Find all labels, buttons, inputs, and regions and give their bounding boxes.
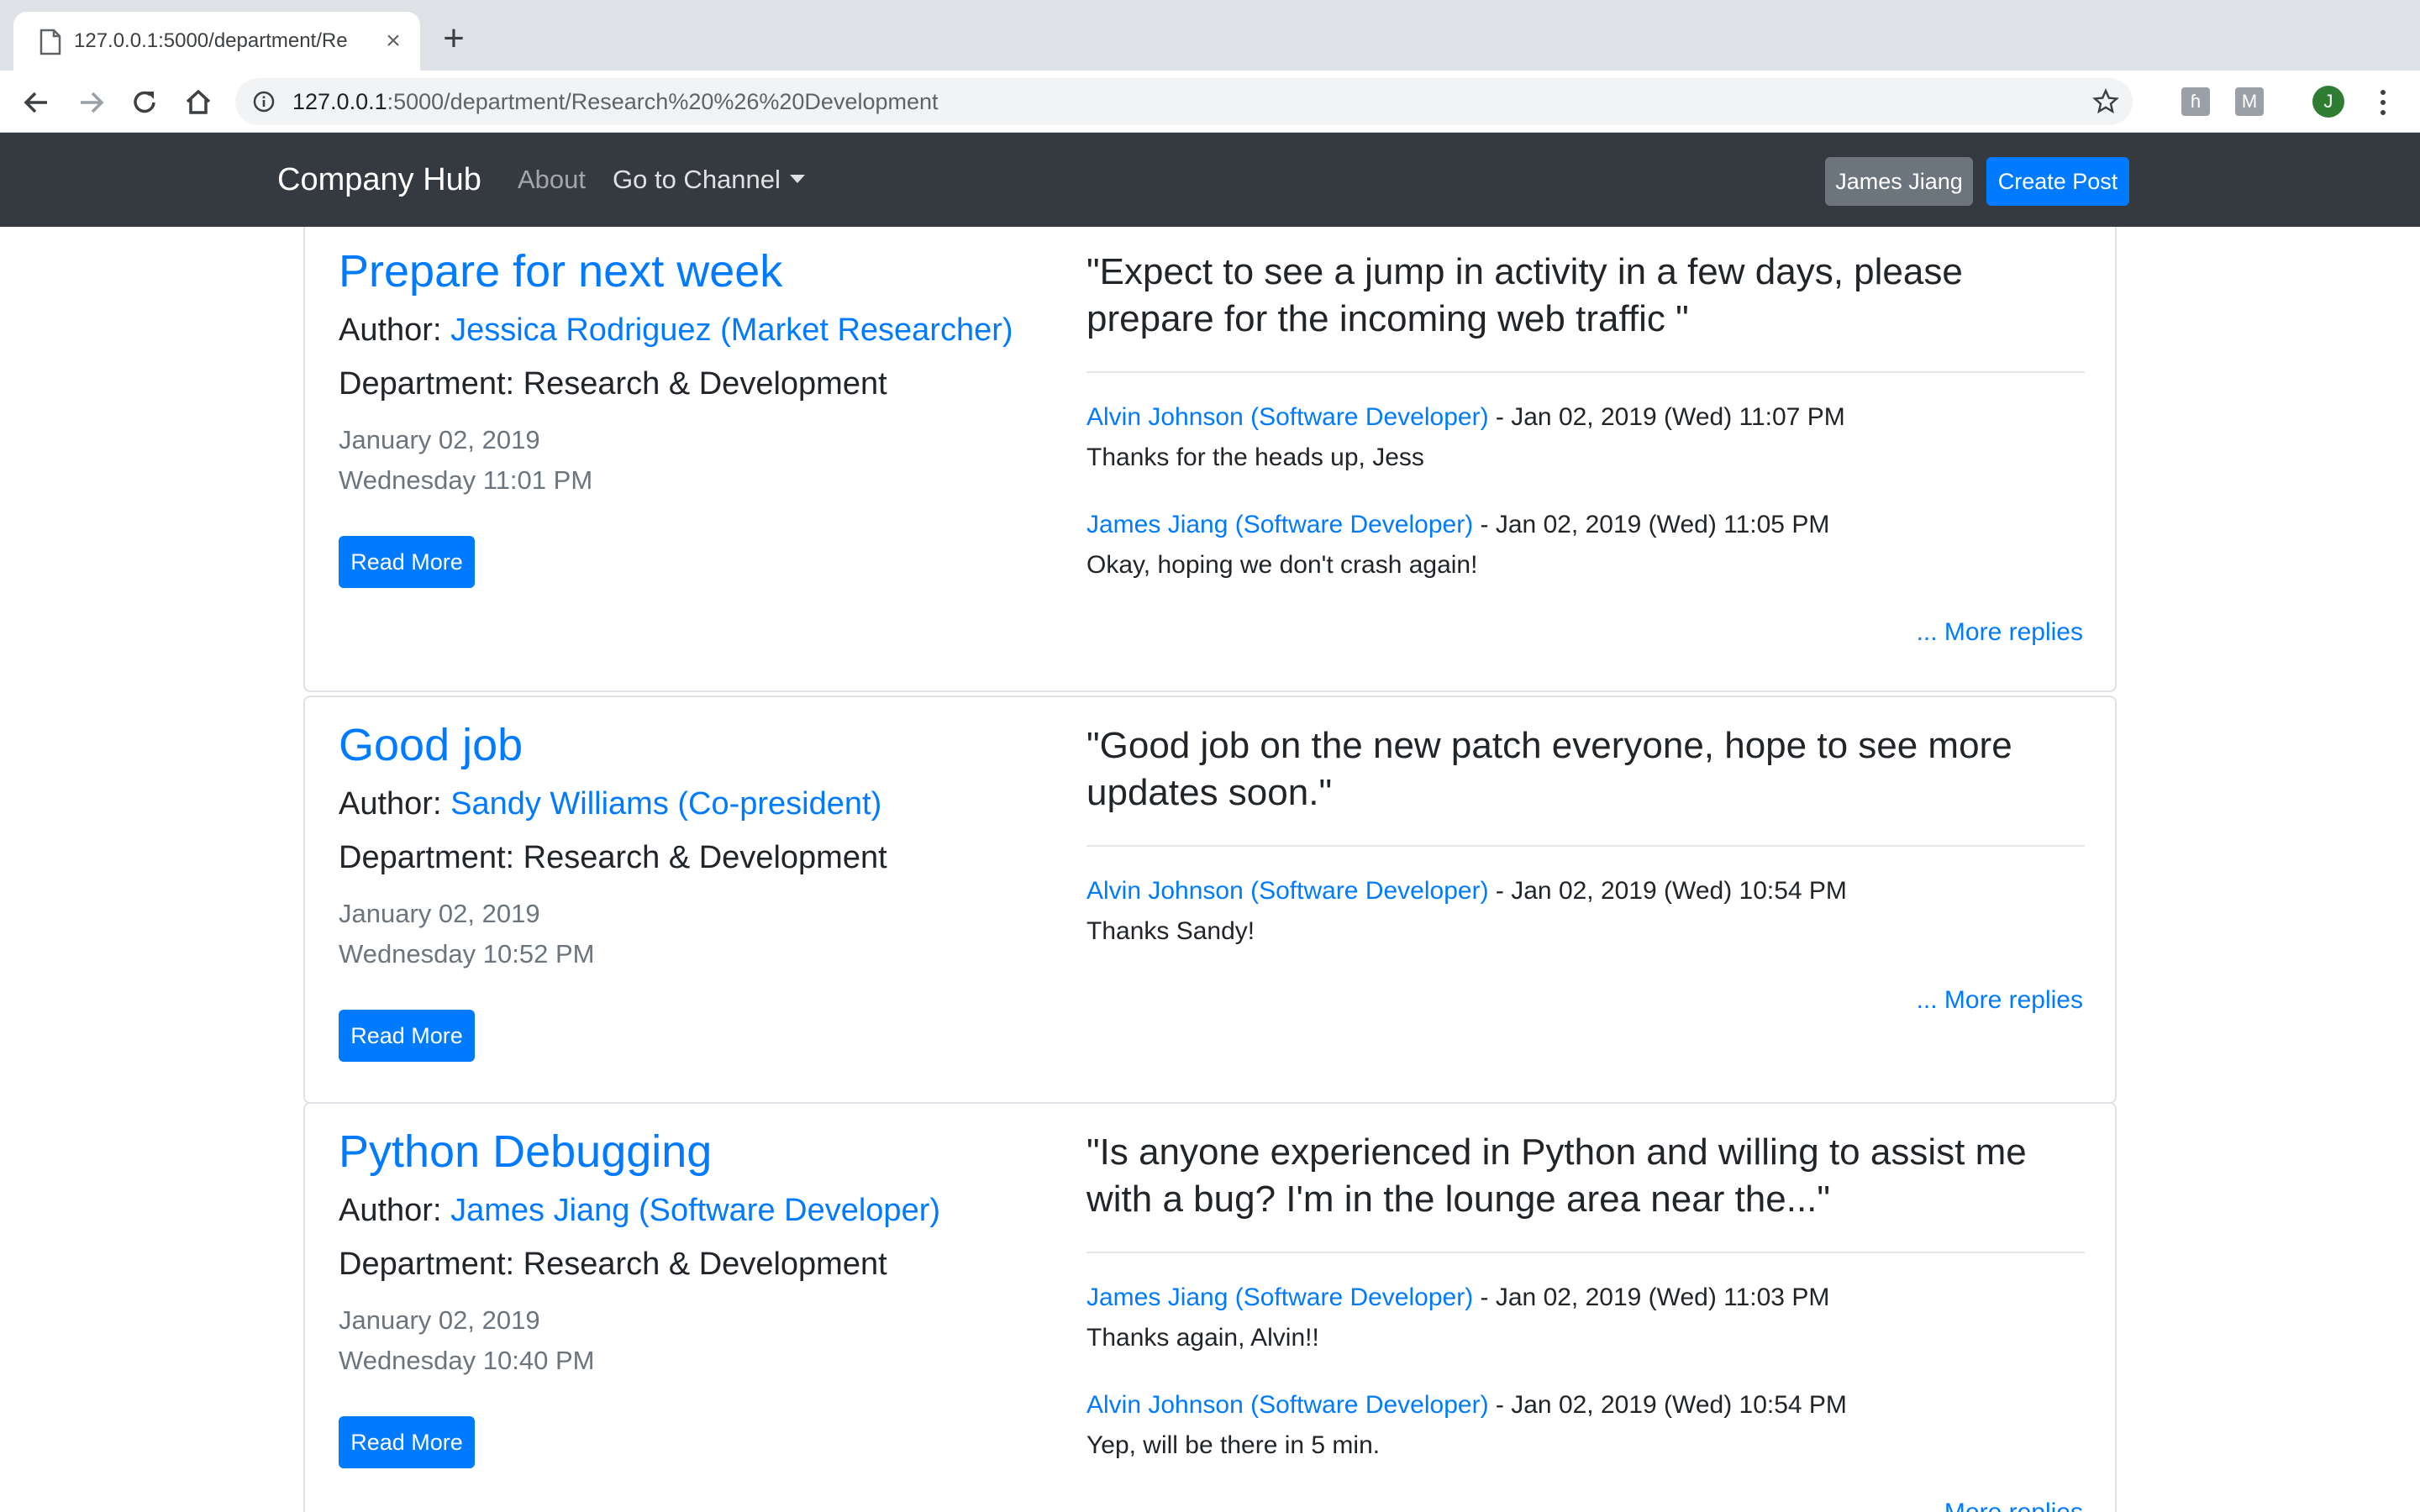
read-more-button[interactable]: Read More — [339, 536, 475, 588]
post-card: Good job Author: Sandy Williams (Co-pres… — [303, 696, 2117, 1104]
post-quote: "Expect to see a jump in activity in a f… — [1086, 251, 1963, 339]
reply-header: Alvin Johnson (Software Developer) - Jan… — [1086, 403, 1845, 432]
post-author-line: Author: Sandy Williams (Co-president) — [339, 786, 881, 822]
reply-meta: - Jan 02, 2019 (Wed) 10:54 PM — [1488, 1391, 1847, 1419]
url-text: 127.0.0.1:5000/department/Research%20%26… — [292, 78, 939, 125]
tab-close-icon[interactable]: × — [381, 29, 405, 54]
post-department: Department: Research & Development — [339, 366, 887, 402]
url-path: :5000/department/Research%20%26%20Develo… — [387, 89, 939, 114]
reply-author-link[interactable]: Alvin Johnson (Software Developer) — [1086, 403, 1489, 431]
reply-header: James Jiang (Software Developer) - Jan 0… — [1086, 511, 1829, 539]
post-card: Python Debugging Author: James Jiang (So… — [303, 1102, 2117, 1512]
reply-header: Alvin Johnson (Software Developer) - Jan… — [1086, 877, 1847, 906]
browser-toolbar: 127.0.0.1:5000/department/Research%20%26… — [0, 71, 2420, 133]
reply-meta: - Jan 02, 2019 (Wed) 11:05 PM — [1473, 511, 1830, 538]
reply-text: Okay, hoping we don't crash again! — [1086, 551, 1478, 579]
reply-author-link[interactable]: Alvin Johnson (Software Developer) — [1086, 877, 1489, 905]
post-title-link[interactable]: Good job — [339, 719, 523, 771]
reload-icon[interactable] — [126, 84, 163, 121]
reply-author-link[interactable]: James Jiang (Software Developer) — [1086, 511, 1473, 538]
post-card: Prepare for next week Author: Jessica Ro… — [303, 227, 2117, 692]
author-label: Author: — [339, 1193, 442, 1228]
reply-meta: - Jan 02, 2019 (Wed) 11:07 PM — [1488, 403, 1845, 431]
new-tab-button[interactable]: + — [437, 20, 471, 57]
profile-avatar[interactable]: J — [2312, 86, 2344, 118]
author-link[interactable]: James Jiang (Software Developer) — [450, 1193, 940, 1228]
caret-down-icon — [790, 175, 805, 183]
forward-arrow-icon[interactable] — [72, 84, 109, 121]
post-date: January 02, 2019 — [339, 1305, 540, 1335]
post-author-line: Author: James Jiang (Software Developer) — [339, 1193, 940, 1229]
address-bar[interactable]: 127.0.0.1:5000/department/Research%20%26… — [235, 78, 2133, 125]
post-title-link[interactable]: Python Debugging — [339, 1126, 712, 1178]
post-date: January 02, 2019 — [339, 899, 540, 928]
more-replies-link[interactable]: ... More replies — [1917, 618, 2083, 647]
read-more-button[interactable]: Read More — [339, 1416, 475, 1468]
post-date: January 02, 2019 — [339, 425, 540, 454]
page-icon — [39, 29, 61, 55]
reply-header: Alvin Johnson (Software Developer) - Jan… — [1086, 1391, 1847, 1420]
post-author-line: Author: Jessica Rodriguez (Market Resear… — [339, 312, 1013, 349]
post-time: Wednesday 10:40 PM — [339, 1346, 595, 1375]
reply-text: Thanks for the heads up, Jess — [1086, 444, 1424, 471]
browser-menu-icon[interactable] — [2371, 87, 2395, 118]
info-icon[interactable] — [252, 90, 276, 113]
author-link[interactable]: Sandy Williams (Co-president) — [450, 786, 881, 822]
reply-meta: - Jan 02, 2019 (Wed) 11:03 PM — [1473, 1284, 1830, 1311]
post-time: Wednesday 10:52 PM — [339, 939, 595, 969]
reply-text: Thanks Sandy! — [1086, 917, 1255, 945]
divider — [1086, 845, 2085, 847]
user-profile-button[interactable]: James Jiang — [1825, 157, 1973, 206]
divider — [1086, 1252, 2085, 1253]
create-post-button[interactable]: Create Post — [1986, 157, 2129, 206]
extension-icon[interactable]: ɦ — [2181, 87, 2210, 116]
channel-dropdown-toggle[interactable]: Go to Channel — [613, 133, 781, 227]
author-label: Author: — [339, 312, 442, 348]
home-icon[interactable] — [180, 84, 217, 121]
author-link[interactable]: Jessica Rodriguez (Market Researcher) — [450, 312, 1013, 348]
mail-extension-icon[interactable]: M — [2235, 87, 2264, 116]
reply-author-link[interactable]: Alvin Johnson (Software Developer) — [1086, 1391, 1489, 1419]
reply-text: Yep, will be there in 5 min. — [1086, 1431, 1381, 1459]
post-quote: "Good job on the new patch everyone, hop… — [1086, 725, 2012, 813]
author-label: Author: — [339, 786, 442, 822]
post-department: Department: Research & Development — [339, 840, 887, 875]
url-host: 127.0.0.1 — [292, 89, 387, 114]
back-arrow-icon[interactable] — [18, 84, 55, 121]
post-title-link[interactable]: Prepare for next week — [339, 245, 782, 297]
divider — [1086, 371, 2085, 373]
post-quote: "Is anyone experienced in Python and wil… — [1086, 1131, 2027, 1220]
post-time: Wednesday 11:01 PM — [339, 465, 593, 495]
site-navbar: Company Hub About Go to Channel James Ji… — [0, 133, 2420, 227]
browser-tabstrip: 127.0.0.1:5000/department/Re × + — [0, 0, 2420, 71]
more-replies-link[interactable]: ... More replies — [1917, 986, 2083, 1015]
reply-header: James Jiang (Software Developer) - Jan 0… — [1086, 1284, 1829, 1312]
nav-about-link[interactable]: About — [518, 133, 586, 227]
reply-text: Thanks again, Alvin!! — [1086, 1324, 1319, 1352]
bookmark-star-icon[interactable] — [2092, 88, 2119, 115]
reply-meta: - Jan 02, 2019 (Wed) 10:54 PM — [1488, 877, 1847, 905]
browser-tab[interactable]: 127.0.0.1:5000/department/Re × — [13, 12, 420, 71]
tab-title: 127.0.0.1:5000/department/Re — [74, 29, 348, 52]
read-more-button[interactable]: Read More — [339, 1010, 475, 1062]
post-department: Department: Research & Development — [339, 1247, 887, 1282]
reply-author-link[interactable]: James Jiang (Software Developer) — [1086, 1284, 1473, 1311]
post-feed: Prepare for next week Author: Jessica Ro… — [0, 227, 2420, 1512]
more-replies-link[interactable]: ... More replies — [1917, 1499, 2083, 1512]
brand-link[interactable]: Company Hub — [277, 133, 481, 227]
